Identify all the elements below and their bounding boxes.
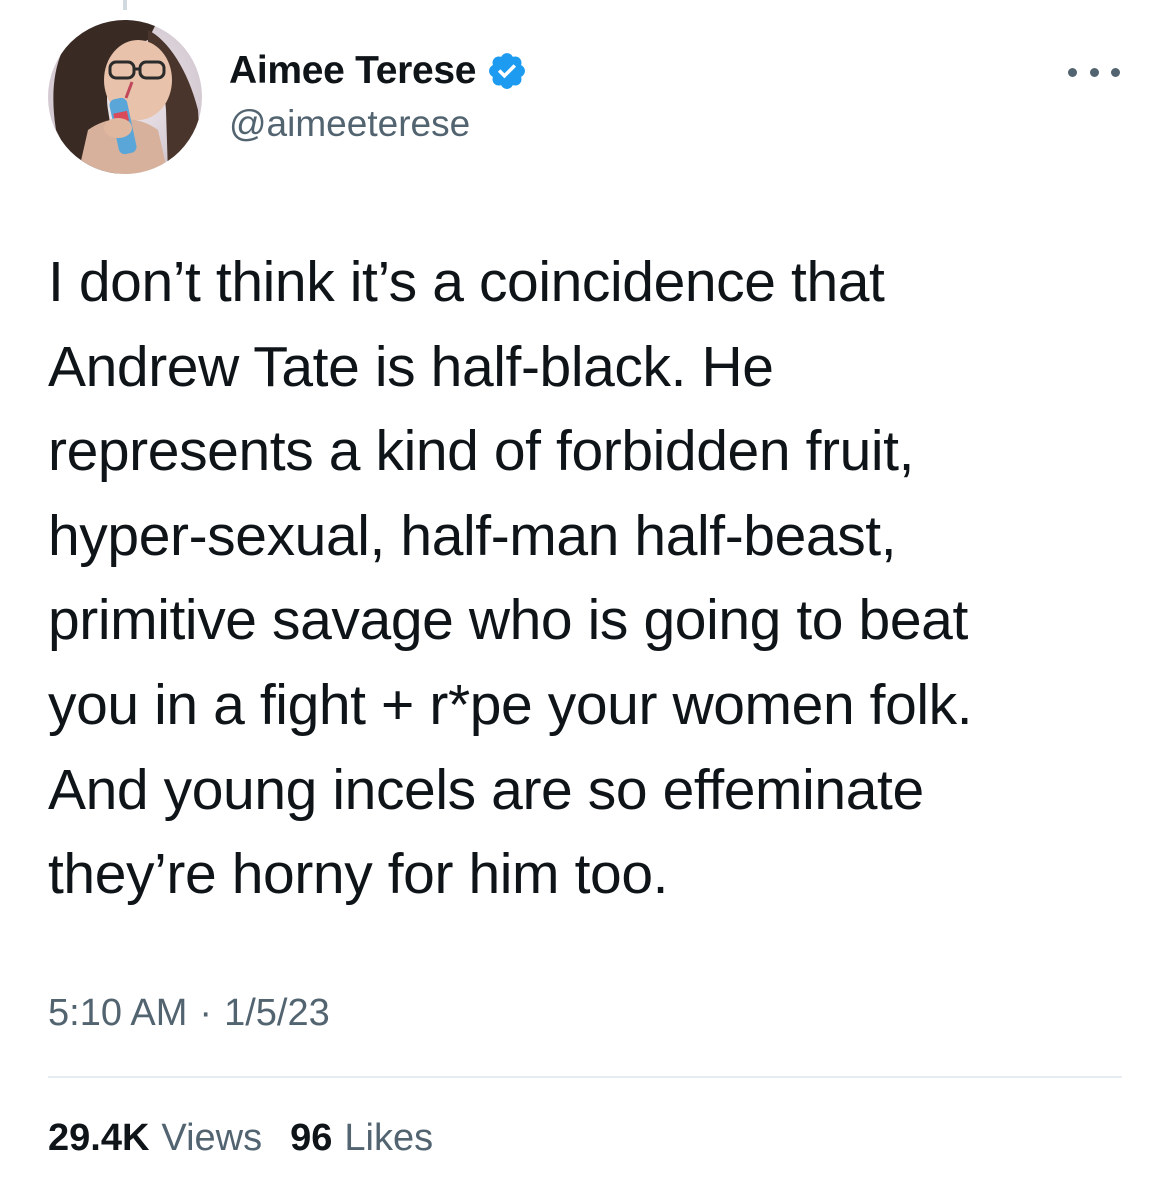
tweet-text-line: represents a kind of forbidden fruit, — [48, 419, 915, 484]
tweet-date: 1/5/23 — [224, 992, 330, 1034]
meta-separator: · — [199, 992, 213, 1034]
tweet-timestamp[interactable]: 5:10 AM · 1/5/23 — [48, 990, 330, 1036]
tweet-text-line: And young incels are so effeminate — [48, 757, 924, 822]
likes-count: 96 — [290, 1117, 333, 1159]
avatar-image — [48, 20, 202, 174]
author-display-name[interactable]: Aimee Terese — [229, 48, 476, 94]
tweet-text-line: hyper-sexual, half-man half-beast, — [48, 503, 897, 568]
more-dot — [1089, 67, 1099, 77]
divider — [48, 1076, 1122, 1078]
likes-label: Likes — [344, 1117, 434, 1159]
tweet-text-line: they’re horny for him too. — [48, 842, 669, 907]
tweet-text-line: you in a fight + r*pe your women folk. — [48, 672, 973, 737]
views-stat[interactable]: 29.4K Views — [48, 1115, 262, 1161]
tweet-time: 5:10 AM — [48, 992, 188, 1034]
more-dot — [1111, 67, 1120, 77]
views-label: Views — [161, 1117, 263, 1159]
more-options-button[interactable] — [1068, 60, 1120, 84]
tweet-text-line: I don’t think it’s a coincidence that — [48, 250, 885, 314]
tweet-text-line: primitive savage who is going to beat — [48, 588, 968, 653]
tweet-text: I don’t think it’s a coincidence that An… — [48, 240, 1138, 917]
verified-badge-icon — [489, 53, 526, 89]
author-handle[interactable]: @aimeeterese — [229, 102, 470, 146]
thread-connector-line — [123, 0, 127, 10]
views-count: 29.4K — [48, 1117, 150, 1159]
likes-stat[interactable]: 96 Likes — [290, 1115, 433, 1161]
avatar[interactable] — [48, 20, 202, 174]
tweet-text-line: Andrew Tate is half-black. He — [48, 334, 774, 399]
author-name-row: Aimee Terese — [229, 48, 528, 94]
tweet-stats: 29.4K Views 96 Likes — [48, 1115, 433, 1161]
more-horizontal-icon — [1068, 67, 1077, 77]
